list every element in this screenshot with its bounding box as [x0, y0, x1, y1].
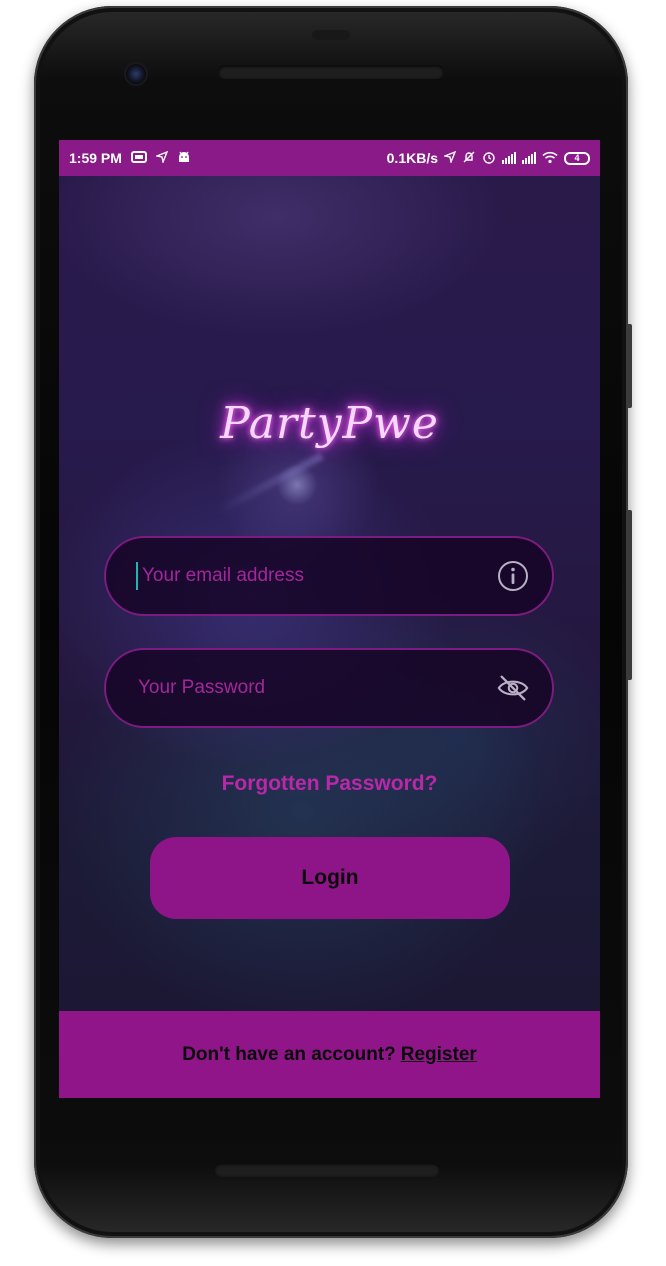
wifi-icon: [542, 151, 558, 166]
mute-icon: [462, 150, 476, 166]
info-icon[interactable]: [496, 559, 530, 593]
eye-off-icon[interactable]: [496, 671, 530, 705]
app-logo: PartyPwe: [220, 398, 439, 449]
network-speed: 0.1KB/s: [386, 150, 438, 166]
login-button[interactable]: Login: [150, 837, 510, 919]
front-camera-icon: [126, 64, 146, 84]
earpiece-speaker: [218, 65, 444, 79]
battery-icon: 4: [564, 151, 590, 165]
location-arrow-icon: [154, 150, 169, 165]
email-input[interactable]: [140, 564, 496, 588]
text-caret: [136, 562, 138, 590]
background-light-beam: [214, 452, 324, 516]
status-bar: 1:59 PM 0.1KB/s 4: [59, 140, 600, 176]
register-link[interactable]: Register: [401, 1044, 477, 1066]
power-button: [626, 324, 632, 408]
sim-card-icon: [130, 151, 147, 165]
location-icon: [442, 150, 457, 165]
register-footer: Don't have an account? Register: [59, 1011, 600, 1098]
proximity-sensor: [312, 30, 350, 40]
signal-icon: [502, 152, 516, 164]
android-icon: [177, 151, 191, 166]
password-field[interactable]: [104, 648, 554, 728]
login-screen: 1:59 PM 0.1KB/s 4 PartyPwe Your email ad…: [59, 140, 600, 1098]
volume-button: [626, 510, 632, 680]
forgot-password-link[interactable]: Forgotten Password?: [59, 772, 600, 796]
status-time: 1:59 PM: [69, 150, 122, 166]
signal-icon: [522, 152, 536, 164]
password-input[interactable]: [136, 676, 496, 700]
bottom-speaker: [214, 1163, 440, 1177]
email-field[interactable]: [104, 536, 554, 616]
alarm-icon: [482, 150, 496, 166]
register-prompt: Don't have an account?: [182, 1043, 396, 1065]
